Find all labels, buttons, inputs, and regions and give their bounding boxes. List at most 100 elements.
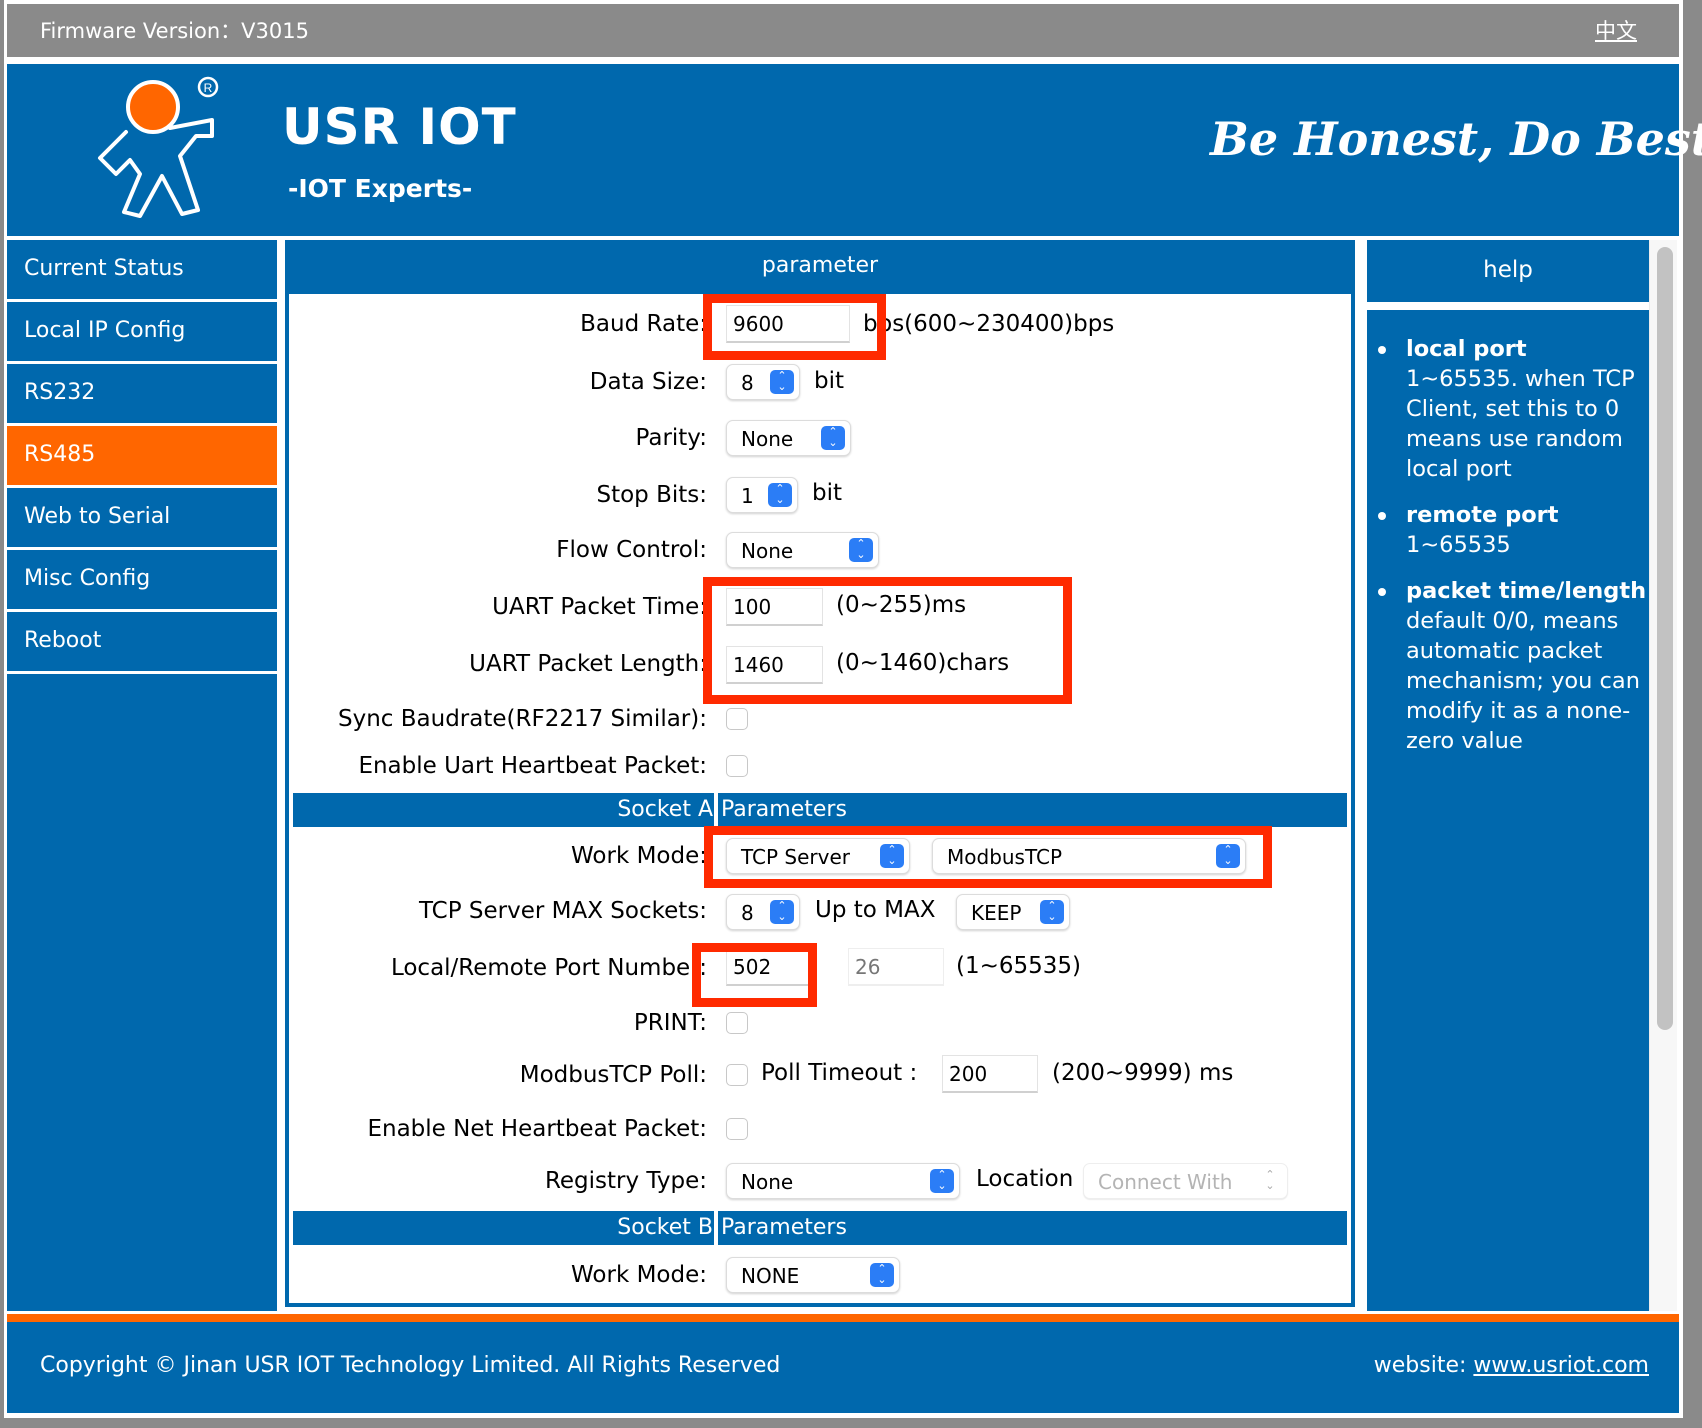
- max-sockets-label: TCP Server MAX Sockets:: [418, 898, 707, 924]
- sidebar-item-misc-config[interactable]: Misc Config: [7, 550, 277, 612]
- parity-label: Parity:: [635, 425, 707, 451]
- socket-b-parameters-title: Parameters: [721, 1215, 847, 1240]
- sidebar-item-web-to-serial[interactable]: Web to Serial: [7, 488, 277, 550]
- stop-bits-select[interactable]: 1 ⌃ ⌄: [726, 477, 798, 513]
- sync-baudrate-checkbox[interactable]: [726, 708, 748, 730]
- brand-name: USR IOT: [282, 98, 517, 156]
- local-port-input[interactable]: 502: [726, 948, 816, 986]
- poll-timeout-input[interactable]: 200: [942, 1055, 1038, 1093]
- sidebar-item-local-ip-config[interactable]: Local IP Config: [7, 302, 277, 364]
- flow-control-select[interactable]: None ⌃ ⌄: [726, 532, 879, 568]
- print-checkbox[interactable]: [726, 1012, 748, 1034]
- stop-bits-label: Stop Bits:: [596, 482, 707, 508]
- socket-a-parameters-title: Parameters: [721, 797, 847, 822]
- location-select[interactable]: Connect With ⌃ ⌄: [1083, 1163, 1288, 1199]
- usr-iot-logo-icon: R: [98, 76, 219, 218]
- net-heartbeat-checkbox[interactable]: [726, 1118, 748, 1140]
- max-sockets-value: 8: [741, 901, 754, 925]
- flow-control-value: None: [741, 539, 794, 563]
- socket-a-title: Socket A: [617, 797, 713, 822]
- data-size-unit: bit: [814, 368, 845, 394]
- data-size-label: Data Size:: [589, 369, 707, 395]
- scrollbar-thumb[interactable]: [1657, 247, 1673, 1030]
- modbus-poll-checkbox[interactable]: [726, 1064, 748, 1086]
- sidebar-item-label: Local IP Config: [24, 318, 186, 343]
- location-label: Location: [976, 1166, 1074, 1192]
- port-number-label: Local/Remote Port Number:: [390, 955, 707, 981]
- registry-type-value: None: [741, 1170, 794, 1194]
- help-text: 1~65535. when TCP Client, set this to 0 …: [1406, 366, 1635, 482]
- sidebar-item-label: Web to Serial: [24, 504, 171, 529]
- slogan: Be Honest, Do Best!: [1210, 112, 1702, 166]
- socket-b-title: Socket B: [617, 1215, 713, 1240]
- uart-packet-length-hint: (0~1460)chars: [836, 650, 1010, 676]
- sidebar-item-label: RS232: [24, 380, 96, 405]
- help-term: packet time/length: [1406, 578, 1647, 604]
- select-arrows-icon: ⌃ ⌄: [821, 426, 845, 450]
- section-divider: [714, 793, 718, 827]
- website-link[interactable]: www.usriot.com: [1473, 1353, 1649, 1378]
- print-label: PRINT:: [633, 1010, 707, 1036]
- net-heartbeat-label: Enable Net Heartbeat Packet:: [367, 1116, 707, 1142]
- location-value: Connect With: [1098, 1170, 1233, 1194]
- select-arrows-icon: ⌃ ⌄: [1265, 1168, 1275, 1192]
- sidebar-item-reboot[interactable]: Reboot: [7, 612, 277, 674]
- data-size-value: 8: [741, 371, 754, 395]
- select-arrows-icon: ⌃ ⌄: [930, 1169, 954, 1193]
- socket-a-protocol-select[interactable]: ModbusTCP ⌃ ⌄: [932, 838, 1246, 874]
- uart-packet-time-input[interactable]: 100: [726, 588, 823, 626]
- select-arrows-icon: ⌃ ⌄: [880, 844, 904, 868]
- select-arrows-icon: ⌃ ⌄: [770, 900, 794, 924]
- uart-packet-time-label: UART Packet Time:: [492, 594, 707, 620]
- help-term: local port: [1406, 336, 1527, 362]
- up-to-max-label: Up to MAX: [815, 897, 936, 923]
- svg-text:R: R: [204, 81, 213, 95]
- data-size-select[interactable]: 8 ⌃ ⌄: [726, 364, 800, 400]
- socket-b-section-header: Socket B Parameters: [293, 1211, 1347, 1245]
- help-item: remote port 1~65535: [1378, 500, 1649, 560]
- sidebar-item-label: Current Status: [24, 256, 184, 281]
- max-sockets-select[interactable]: 8 ⌃ ⌄: [726, 894, 800, 930]
- help-item: local port 1~65535. when TCP Client, set …: [1378, 334, 1649, 484]
- parity-select[interactable]: None ⌃ ⌄: [726, 420, 851, 456]
- stop-bits-unit: bit: [812, 480, 843, 506]
- sidebar-item-rs232[interactable]: RS232: [7, 364, 277, 426]
- poll-timeout-hint: (200~9999) ms: [1052, 1060, 1234, 1086]
- sidebar-item-rs485[interactable]: RS485: [7, 426, 277, 488]
- socket-a-protocol-value: ModbusTCP: [947, 845, 1063, 869]
- baud-rate-label: Baud Rate:: [580, 311, 707, 337]
- uart-heartbeat-checkbox[interactable]: [726, 755, 748, 777]
- sidebar-item-label: RS485: [24, 442, 96, 467]
- port-number-hint: (1~65535): [956, 953, 1082, 979]
- help-text: default 0/0, means automatic packet mech…: [1406, 608, 1640, 754]
- up-to-max-select[interactable]: KEEP ⌃ ⌄: [956, 894, 1070, 930]
- remote-port-input[interactable]: 26: [848, 948, 944, 986]
- help-panel: local port 1~65535. when TCP Client, set …: [1367, 310, 1649, 1311]
- up-to-max-value: KEEP: [971, 901, 1022, 925]
- socket-a-work-mode-select[interactable]: TCP Server ⌃ ⌄: [726, 838, 910, 874]
- sync-baudrate-label: Sync Baudrate(RF2217 Similar):: [338, 706, 707, 732]
- help-panel-title: help: [1367, 240, 1649, 302]
- socket-a-work-mode-label: Work Mode:: [571, 843, 707, 869]
- socket-a-section-header: Socket A Parameters: [293, 793, 1347, 827]
- uart-heartbeat-label: Enable Uart Heartbeat Packet:: [358, 753, 707, 779]
- uart-packet-length-input[interactable]: 1460: [726, 646, 823, 684]
- select-arrows-icon: ⌃ ⌄: [1216, 844, 1240, 868]
- language-switch-link[interactable]: 中文: [1595, 15, 1637, 45]
- select-arrows-icon: ⌃ ⌄: [849, 538, 873, 562]
- website-info: website: www.usriot.com: [1374, 1353, 1649, 1378]
- help-term: remote port: [1406, 502, 1559, 528]
- select-arrows-icon: ⌃ ⌄: [1040, 900, 1064, 924]
- socket-b-work-mode-select[interactable]: NONE ⌃ ⌄: [726, 1257, 900, 1293]
- uart-packet-time-hint: (0~255)ms: [836, 592, 967, 618]
- socket-b-work-mode-value: NONE: [741, 1264, 800, 1288]
- uart-packet-length-label: UART Packet Length:: [469, 651, 707, 677]
- sidebar-item-current-status[interactable]: Current Status: [7, 240, 277, 302]
- select-arrows-icon: ⌃ ⌄: [870, 1263, 894, 1287]
- baud-rate-hint: bps(600~230400)bps: [863, 311, 1115, 337]
- flow-control-label: Flow Control:: [556, 537, 707, 563]
- socket-a-work-mode-value: TCP Server: [741, 845, 851, 869]
- brand-tagline: -IOT Experts-: [288, 174, 473, 203]
- registry-type-select[interactable]: None ⌃ ⌄: [726, 1163, 960, 1199]
- baud-rate-input[interactable]: 9600: [726, 305, 850, 343]
